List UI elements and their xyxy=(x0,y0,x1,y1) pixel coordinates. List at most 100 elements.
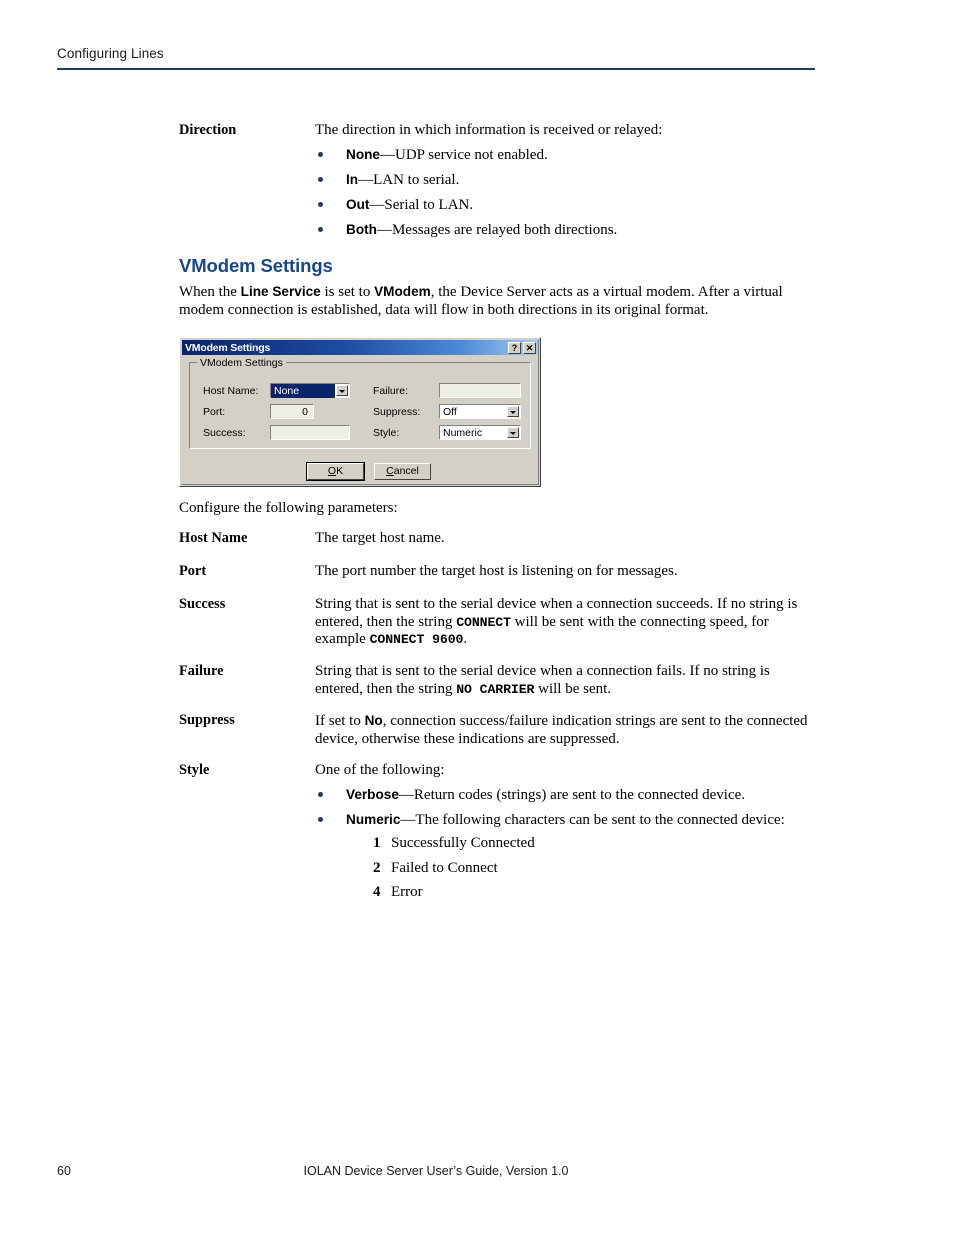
list-item: In—LAN to serial. xyxy=(315,171,810,190)
bullet-icon xyxy=(318,226,323,232)
bullet-text: —Return codes (strings) are sent to the … xyxy=(398,786,746,803)
term-success: Success xyxy=(179,596,226,612)
chevron-down-icon[interactable] xyxy=(507,427,519,438)
cancel-button[interactable]: Cancel xyxy=(374,463,431,480)
bullet-term: Numeric xyxy=(346,811,401,827)
definition-body-port: The port number the target host is liste… xyxy=(315,563,810,581)
bullet-icon xyxy=(318,816,323,822)
bullet-text: —The following characters can be sent to… xyxy=(400,811,785,828)
groupbox-legend: VModem Settings xyxy=(197,357,286,369)
intro-text-1: When the xyxy=(179,284,241,300)
bullet-term: In xyxy=(346,171,359,187)
bullet-text: —UDP service not enabled. xyxy=(379,146,548,163)
host-name-dropdown[interactable]: None xyxy=(270,383,350,398)
failure-value xyxy=(440,384,520,385)
style-dropdown[interactable]: Numeric xyxy=(439,425,521,440)
definition-body-style: One of the following: Verbose—Return cod… xyxy=(315,762,810,909)
section-heading-vmodem-settings: VModem Settings xyxy=(179,255,333,276)
code-number: 4 xyxy=(373,884,381,901)
suppress-description: If set to No, connection success/failure… xyxy=(315,712,810,748)
label-suppress: Suppress: xyxy=(373,406,421,418)
failure-description: String that is sent to the serial device… xyxy=(315,663,810,698)
bullet-text: —Messages are relayed both directions. xyxy=(376,221,618,238)
list-item: 1 Successfully Connected xyxy=(346,835,810,853)
term-port: Port xyxy=(179,563,207,579)
list-item: Out—Serial to LAN. xyxy=(315,196,810,215)
term-suppress: Suppress xyxy=(179,712,235,728)
code-number: 2 xyxy=(373,859,381,876)
port-input[interactable]: 0 xyxy=(270,404,314,419)
definition-body-host-name: The target host name. xyxy=(315,530,810,548)
definition-body-success: String that is sent to the serial device… xyxy=(315,596,810,649)
footer-center-text: IOLAN Device Server User’s Guide, Versio… xyxy=(303,1164,569,1178)
chevron-down-icon[interactable] xyxy=(336,385,348,396)
page-footer: 60 IOLAN Device Server User’s Guide, Ver… xyxy=(57,1164,815,1178)
direction-intro: The direction in which information is re… xyxy=(315,122,663,138)
code-description: Successfully Connected xyxy=(391,835,535,852)
label-host-name: Host Name: xyxy=(203,385,259,397)
code-description: Failed to Connect xyxy=(391,859,498,876)
success-input[interactable] xyxy=(270,425,350,440)
code-description: Error xyxy=(391,884,423,901)
label-port: Port: xyxy=(203,406,226,418)
help-icon[interactable]: ? xyxy=(508,341,521,354)
host-name-description: The target host name. xyxy=(315,530,445,546)
bullet-icon xyxy=(318,151,323,157)
list-item: 4 Error xyxy=(346,884,810,902)
page-running-header: Configuring Lines xyxy=(57,46,815,70)
numeric-code-list: 1 Successfully Connected 2 Failed to Conne… xyxy=(346,835,810,902)
term-failure: Failure xyxy=(179,663,224,679)
list-item: 2 Failed to Connect xyxy=(346,860,810,878)
running-head-text: Configuring Lines xyxy=(57,46,164,61)
success-text-3: . xyxy=(463,631,468,648)
definition-body-suppress: If set to No, connection success/failure… xyxy=(315,712,810,748)
success-value xyxy=(271,426,349,427)
cancel-mnemonic: C xyxy=(386,465,394,477)
bullet-text: —LAN to serial. xyxy=(358,171,460,188)
dialog-title-buttons: ? ✕ xyxy=(508,341,538,354)
suppress-dropdown[interactable]: Off xyxy=(439,404,521,419)
ok-mnemonic: O xyxy=(327,465,337,477)
success-description: String that is sent to the serial device… xyxy=(315,596,810,649)
term-style: Style xyxy=(179,762,210,778)
bullet-term: Both xyxy=(346,221,377,237)
intro-bold-line-service: Line Service xyxy=(240,284,321,299)
failure-mono-no-carrier: NO CARRIER xyxy=(456,681,535,697)
definition-body-failure: String that is sent to the serial device… xyxy=(315,663,810,698)
ok-button[interactable]: OK xyxy=(306,462,365,481)
suppress-bold-no: No xyxy=(364,713,383,728)
suppress-text-1: If set to xyxy=(315,713,365,729)
bullet-icon xyxy=(318,201,323,207)
success-mono-connect-9600: CONNECT 9600 xyxy=(369,632,464,648)
list-item: Numeric—The following characters can be … xyxy=(315,811,810,902)
label-success: Success: xyxy=(203,427,246,439)
failure-text-2: will be sent. xyxy=(534,680,612,697)
ok-label-rest: K xyxy=(336,465,344,477)
cancel-label-rest: ancel xyxy=(393,465,419,477)
term-direction: Direction xyxy=(179,122,237,138)
configure-parameters-line: Configure the following parameters: xyxy=(179,500,398,516)
label-failure: Failure: xyxy=(373,385,409,397)
close-icon[interactable]: ✕ xyxy=(523,341,536,354)
failure-input[interactable] xyxy=(439,383,521,398)
dialog-title-text: VModem Settings xyxy=(185,341,271,354)
success-mono-connect: CONNECT xyxy=(456,614,511,630)
header-rule xyxy=(57,68,815,70)
label-style: Style: xyxy=(373,427,400,439)
bullet-icon xyxy=(318,176,323,182)
bullet-text: —Serial to LAN. xyxy=(369,196,474,213)
code-number: 1 xyxy=(373,835,381,852)
vmodem-settings-dialog-screenshot: VModem Settings ? ✕ VModem Settings Host… xyxy=(179,337,541,487)
bullet-term: Out xyxy=(346,196,370,212)
section-intro-paragraph: When the Line Service is set to VModem, … xyxy=(179,283,809,320)
term-host-name: Host Name xyxy=(179,530,248,546)
intro-text-2: is set to xyxy=(320,284,375,300)
bullet-icon xyxy=(318,791,323,797)
style-bullet-list: Verbose—Return codes (strings) are sent … xyxy=(315,786,810,902)
chevron-down-icon[interactable] xyxy=(507,406,519,417)
intro-bold-vmodem: VModem xyxy=(374,284,431,299)
bullet-term: Verbose xyxy=(346,786,399,802)
list-item: None—UDP service not enabled. xyxy=(315,146,810,165)
list-item: Verbose—Return codes (strings) are sent … xyxy=(315,786,810,805)
direction-bullet-list: None—UDP service not enabled. In—LAN to … xyxy=(315,146,810,240)
